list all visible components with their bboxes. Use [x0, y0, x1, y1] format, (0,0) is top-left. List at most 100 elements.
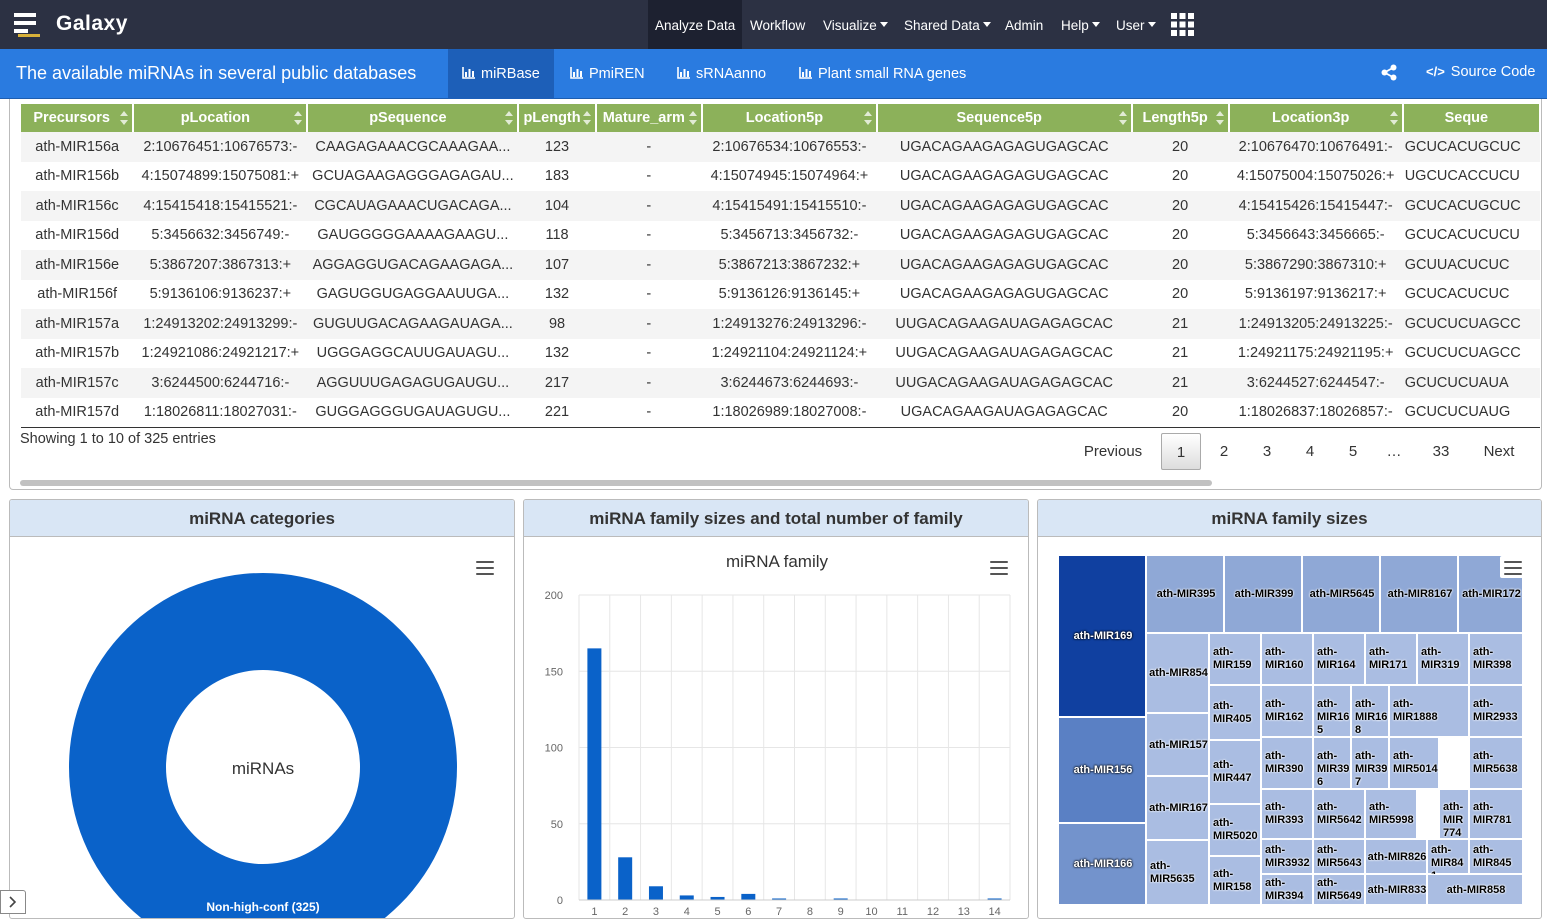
- treemap-cell[interactable]: ath-MIR854: [1146, 633, 1209, 713]
- column-header-seque[interactable]: Seque: [1402, 104, 1541, 132]
- donut-slice-non-high-conf[interactable]: [69, 573, 457, 918]
- treemap-cell[interactable]: ath- MIR5014: [1389, 737, 1439, 789]
- treemap-label: ath- MIR165: [1317, 698, 1350, 736]
- treemap-cell[interactable]: ath- MIR5998: [1365, 789, 1417, 839]
- treemap-cell[interactable]: ath-MIR395: [1146, 555, 1224, 633]
- nav-admin[interactable]: Admin: [998, 0, 1050, 49]
- tab-plant-small-rna-genes[interactable]: Plant small RNA genes: [785, 49, 980, 99]
- treemap-cell[interactable]: ath- MIR171: [1365, 633, 1417, 685]
- nav-help[interactable]: Help: [1054, 0, 1107, 49]
- brand-name[interactable]: Galaxy: [56, 12, 128, 36]
- treemap-cell[interactable]: ath- MIR774: [1439, 789, 1469, 839]
- treemap-cell[interactable]: ath- MIR5635: [1146, 840, 1209, 905]
- pagination-previous[interactable]: Previous: [1078, 433, 1148, 470]
- sidebar-expand-toggle[interactable]: [0, 890, 26, 914]
- treemap-cell[interactable]: ath-MIR833: [1365, 874, 1427, 905]
- treemap-cell[interactable]: ath- MIR5020: [1209, 804, 1261, 856]
- bar-2[interactable]: [618, 857, 633, 900]
- treemap-cell[interactable]: ath- MIR162: [1261, 685, 1313, 737]
- treemap-cell[interactable]: ath-MIR399: [1224, 555, 1302, 633]
- column-header-mature-arm[interactable]: Mature_arm: [595, 104, 703, 132]
- treemap-cell[interactable]: ath- MIR5638: [1469, 737, 1523, 789]
- pagination-page-1[interactable]: 1: [1161, 433, 1201, 470]
- treemap-cell[interactable]: ath-MIR8167: [1380, 555, 1458, 633]
- column-header-precursors[interactable]: Precursors: [21, 104, 135, 132]
- nav-workflow[interactable]: Workflow: [743, 0, 812, 49]
- treemap-cell[interactable]: ath- MIR158: [1209, 856, 1261, 905]
- pagination-page-5[interactable]: 5: [1339, 433, 1367, 470]
- bar-1[interactable]: [587, 648, 602, 900]
- nav-shared-data[interactable]: Shared Data: [897, 0, 998, 49]
- nav-visualize[interactable]: Visualize: [816, 0, 895, 49]
- bar-6[interactable]: [741, 893, 756, 900]
- horizontal-scrollbar[interactable]: [20, 480, 1212, 486]
- treemap-cell[interactable]: ath-MIR5645: [1302, 555, 1380, 633]
- pagination-page-4[interactable]: 4: [1296, 433, 1324, 470]
- pagination-page-2[interactable]: 2: [1210, 433, 1238, 470]
- table-row[interactable]: ath-MIR156d 5:3456632:3456749:- GAUGGGGGAA…: [21, 221, 1540, 251]
- treemap-cell[interactable]: ath- MIR5643: [1313, 839, 1365, 874]
- treemap-cell[interactable]: ath- MIR165: [1313, 685, 1351, 737]
- treemap-cell[interactable]: ath- MIR160: [1261, 633, 1313, 685]
- column-header-plength[interactable]: pLength: [518, 104, 597, 132]
- table-row[interactable]: ath-MIR157c 3:6244500:6244716:- AGGUUUGAGA…: [21, 368, 1540, 398]
- treemap-cell[interactable]: ath-MIR166: [1058, 823, 1146, 905]
- column-header-length5p[interactable]: Length5p: [1131, 104, 1230, 132]
- table-row[interactable]: ath-MIR156f 5:9136106:9136237:+ GAGUGGUGAG…: [21, 280, 1540, 310]
- treemap-cell[interactable]: ath- MIR405: [1209, 685, 1261, 740]
- tab-mirbase[interactable]: miRBase: [448, 49, 554, 99]
- treemap-cell[interactable]: ath- MIR781: [1469, 789, 1523, 839]
- column-header-location5p[interactable]: Location5p: [701, 104, 878, 132]
- treemap-cell[interactable]: ath- MIR319: [1417, 633, 1469, 685]
- chart-menu-icon[interactable]: [1504, 561, 1522, 575]
- treemap-cell[interactable]: ath- MIR845: [1469, 839, 1523, 874]
- tab-srnaanno[interactable]: sRNAanno: [663, 49, 780, 99]
- treemap-cell[interactable]: ath- MIR447: [1209, 740, 1261, 804]
- bar-4[interactable]: [679, 895, 694, 900]
- treemap-cell[interactable]: ath- MIR5649: [1313, 874, 1365, 905]
- column-header-sequence5p[interactable]: Sequence5p: [876, 104, 1133, 132]
- table-row[interactable]: ath-MIR157a 1:24913202:24913299:- GUGUUGAC…: [21, 309, 1540, 339]
- nav-analyze-data[interactable]: Analyze Data: [648, 0, 743, 49]
- source-code-link[interactable]: </> Source Code: [1426, 64, 1535, 80]
- treemap-cell[interactable]: ath- MIR390: [1261, 737, 1313, 789]
- treemap-cell[interactable]: ath- MIR393: [1261, 789, 1313, 839]
- pagination-page-33[interactable]: 33: [1424, 433, 1458, 470]
- treemap-cell[interactable]: ath- MIR398: [1469, 633, 1523, 685]
- bar-3[interactable]: [648, 886, 663, 900]
- table-row[interactable]: ath-MIR156c 4:15415418:15415521:- CGCAUAGA…: [21, 191, 1540, 221]
- treemap-cell[interactable]: ath-MIR826: [1365, 839, 1427, 874]
- tab-pmiren[interactable]: PmiREN: [556, 49, 659, 99]
- treemap-cell[interactable]: ath-MIR858: [1427, 874, 1523, 905]
- table-row[interactable]: ath-MIR157d 1:18026811:18027031:- GUGGAGGG…: [21, 398, 1540, 428]
- treemap-cell[interactable]: ath- MIR159: [1209, 633, 1261, 685]
- pagination-page-3[interactable]: 3: [1253, 433, 1281, 470]
- treemap-cell[interactable]: ath-MIR841: [1427, 839, 1469, 882]
- column-header-psequence[interactable]: pSequence: [307, 104, 520, 132]
- table-row[interactable]: ath-MIR156e 5:3867207:3867313:+ AGGAGGUGAC…: [21, 250, 1540, 280]
- treemap-cell[interactable]: ath- MIR394: [1261, 874, 1313, 905]
- column-header-plocation[interactable]: pLocation: [133, 104, 309, 132]
- treemap-cell[interactable]: ath- MIR396: [1313, 737, 1351, 789]
- treemap-cell[interactable]: ath-MIR157: [1146, 713, 1209, 776]
- pagination-next[interactable]: Next: [1476, 433, 1522, 470]
- treemap-cell[interactable]: ath- MIR397: [1351, 737, 1389, 789]
- treemap-label: ath- MIR5635: [1150, 859, 1195, 885]
- app-grid-icon[interactable]: [1171, 13, 1194, 36]
- table-row[interactable]: ath-MIR156b 4:15074899:15075081:+ GCUAGAAG…: [21, 162, 1540, 192]
- treemap-cell[interactable]: ath-MIR156: [1058, 717, 1146, 823]
- galaxy-logo-icon[interactable]: [14, 12, 42, 38]
- treemap-cell[interactable]: ath-MIR169: [1058, 555, 1146, 717]
- treemap-cell[interactable]: ath-MIR167: [1146, 776, 1209, 840]
- nav-user[interactable]: User: [1109, 0, 1163, 49]
- share-icon[interactable]: [1381, 64, 1397, 81]
- table-row[interactable]: ath-MIR157b 1:24921086:24921217:+ UGGGAGGC…: [21, 339, 1540, 369]
- treemap-cell[interactable]: ath- MIR2933: [1469, 685, 1523, 737]
- treemap-cell[interactable]: ath- MIR3932: [1261, 839, 1313, 874]
- column-header-location3p[interactable]: Location3p: [1228, 104, 1404, 132]
- treemap-cell[interactable]: ath- MIR5642: [1313, 789, 1365, 839]
- treemap-cell[interactable]: ath- MIR168: [1351, 685, 1389, 737]
- table-row[interactable]: ath-MIR156a 2:10676451:10676573:- CAAGAGAA…: [21, 132, 1540, 162]
- treemap-cell[interactable]: ath- MIR164: [1313, 633, 1365, 685]
- treemap-cell[interactable]: ath- MIR1888: [1389, 685, 1469, 737]
